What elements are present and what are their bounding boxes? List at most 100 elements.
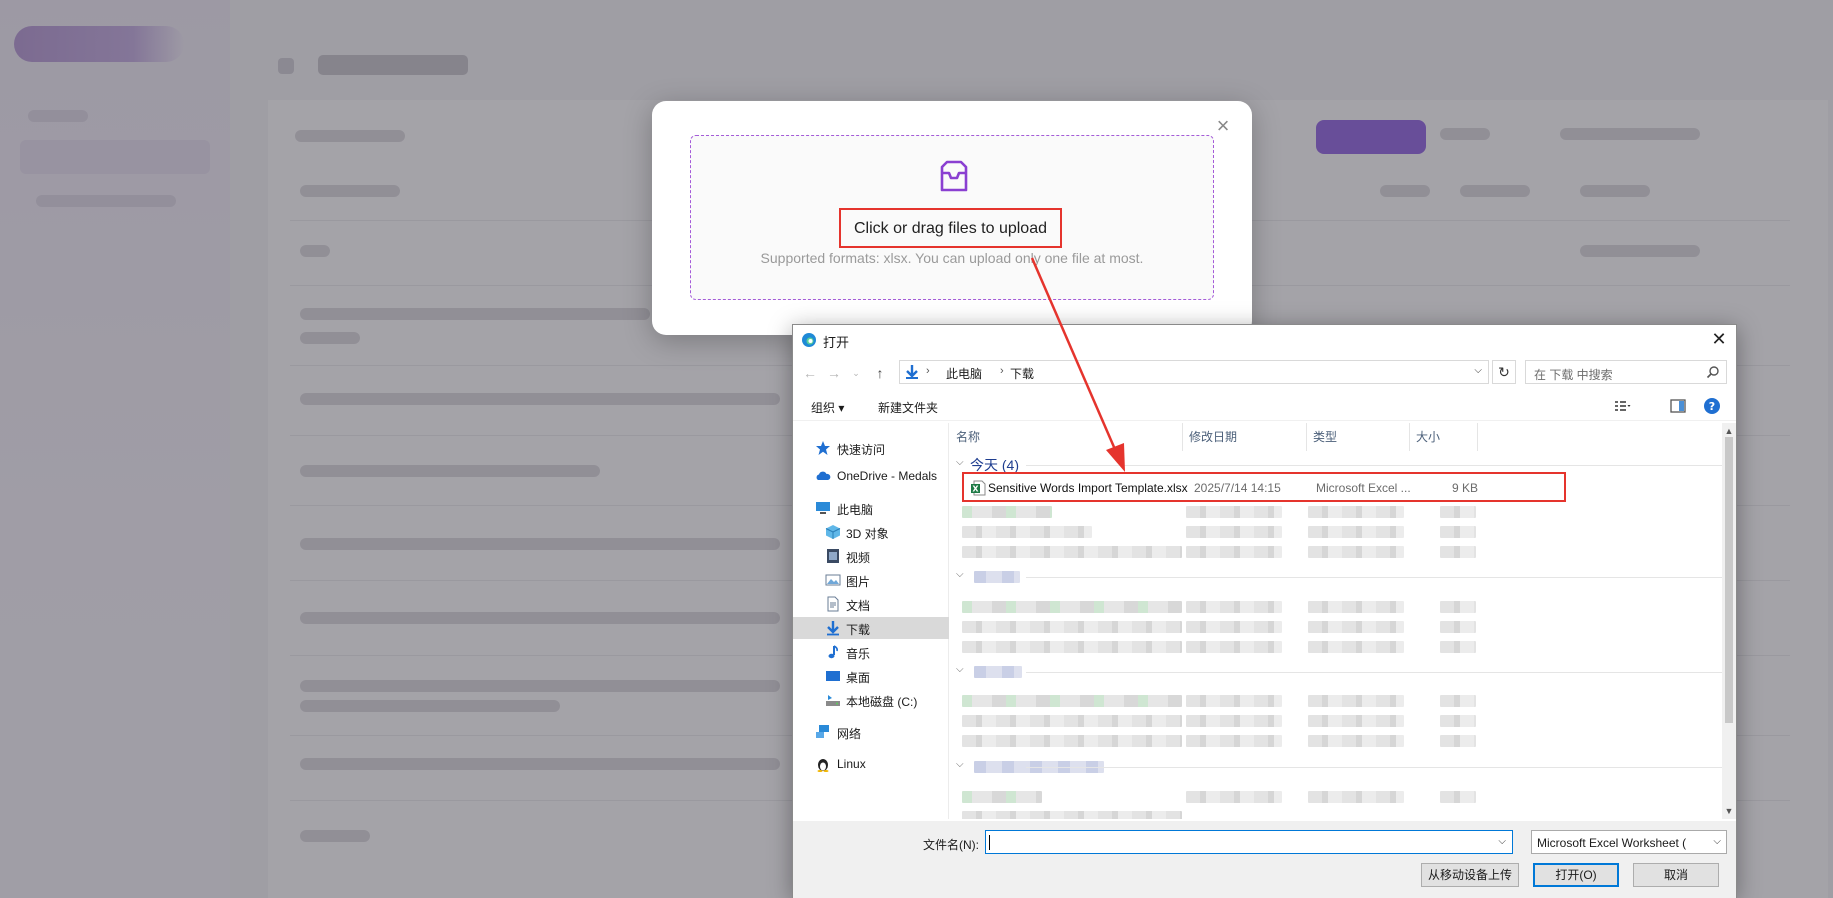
column-header-type[interactable]: 类型 <box>1307 423 1410 451</box>
music-icon <box>828 645 838 659</box>
picture-icon <box>825 574 841 586</box>
group-header[interactable]: ⌵ <box>956 567 1722 587</box>
column-header-name[interactable]: 名称 <box>950 423 1183 451</box>
view-options-icon[interactable] <box>1613 397 1631 415</box>
nav-item-this-pc[interactable]: 此电脑 <box>793 497 949 519</box>
blurred-file-type <box>1308 546 1404 558</box>
nav-item-3d-objects[interactable]: 3D 对象 <box>793 521 949 543</box>
search-box[interactable]: 在 下载 中搜索 <box>1525 360 1727 384</box>
nav-item-music[interactable]: 音乐 <box>793 641 949 663</box>
chevron-down-icon: ⌵ <box>956 759 964 770</box>
nav-item-videos[interactable]: 视频 <box>793 545 949 567</box>
file-name: Sensitive Words Import Template.xlsx <box>988 481 1188 495</box>
scroll-down-icon[interactable]: ▼ <box>1723 805 1735 817</box>
blurred-file-name[interactable] <box>962 695 1182 707</box>
cancel-button[interactable]: 取消 <box>1633 863 1719 887</box>
blurred-file-name[interactable] <box>962 601 1182 613</box>
dialog-title: 打开 <box>823 335 850 350</box>
blurred-file-name[interactable] <box>962 811 1182 819</box>
blurred-file-date <box>1186 695 1282 707</box>
chevron-down-icon: ⌵ <box>1713 836 1721 847</box>
column-header-date[interactable]: 修改日期 <box>1183 423 1307 451</box>
open-button[interactable]: 打开(O) <box>1533 863 1619 887</box>
filename-input[interactable]: ⌵ <box>985 830 1513 854</box>
blurred-file-name[interactable] <box>962 526 1092 538</box>
close-icon[interactable]: × <box>1212 115 1234 137</box>
dialog-footer: 文件名(N): ⌵ Microsoft Excel Worksheet ( ⌵ … <box>793 821 1736 898</box>
help-icon[interactable]: ? <box>1703 397 1721 415</box>
scroll-up-icon[interactable]: ▲ <box>1723 425 1735 437</box>
nav-item-pictures[interactable]: 图片 <box>793 569 949 591</box>
chevron-down-icon[interactable]: ⌵ <box>1498 836 1506 847</box>
dialog-close-button[interactable]: ✕ <box>1702 325 1736 355</box>
group-header[interactable]: ⌵ <box>956 757 1722 777</box>
blurred-file-name[interactable] <box>962 506 1052 518</box>
nav-item-onedrive[interactable]: OneDrive - Medals <box>793 465 949 487</box>
chevron-down-icon[interactable]: ⌵ <box>1474 365 1482 376</box>
upload-title[interactable]: Click or drag files to upload <box>841 210 1060 246</box>
preview-pane-icon[interactable] <box>1669 397 1687 415</box>
address-bar[interactable]: › 此电脑 › 下载 ⌵ <box>899 360 1489 384</box>
up-arrow-icon[interactable]: ↑ <box>871 364 889 382</box>
blurred-file-date <box>1186 791 1282 803</box>
blurred-file-date <box>1186 546 1282 558</box>
blurred-file-size <box>1440 601 1476 613</box>
upload-dropzone[interactable]: Click or drag files to upload Supported … <box>690 135 1214 300</box>
new-folder-button[interactable]: 新建文件夹 <box>878 399 938 416</box>
navigation-pane: 快速访问 OneDrive - Medals 此电脑 3D 对象 视频 图片 文… <box>793 423 949 819</box>
blurred-file-name[interactable] <box>962 546 1182 558</box>
video-icon <box>827 549 839 563</box>
nav-item-documents[interactable]: 文档 <box>793 593 949 615</box>
nav-label: 音乐 <box>846 647 871 661</box>
upload-modal: × Click or drag files to upload Supporte… <box>652 101 1252 335</box>
blurred-file-size <box>1440 735 1476 747</box>
group-header[interactable]: ⌵ <box>956 662 1722 682</box>
search-input[interactable]: 在 下载 中搜索 <box>1534 366 1613 383</box>
refresh-icon[interactable]: ↻ <box>1492 360 1516 384</box>
nav-label: 桌面 <box>846 671 871 685</box>
nav-item-desktop[interactable]: 桌面 <box>793 665 949 687</box>
chevron-down-icon: ⌵ <box>956 569 964 580</box>
computer-icon <box>816 502 830 514</box>
mobile-upload-button[interactable]: 从移动设备上传 <box>1421 863 1519 887</box>
blurred-file-name[interactable] <box>962 621 1182 633</box>
text-caret <box>989 835 990 850</box>
blurred-file-size <box>1440 546 1476 558</box>
column-header-size[interactable]: 大小 <box>1410 423 1478 451</box>
svg-text:X: X <box>972 485 979 494</box>
blurred-group-label <box>974 666 1022 678</box>
breadcrumb-this-pc[interactable]: 此电脑 <box>946 365 982 382</box>
nav-item-linux[interactable]: Linux <box>793 753 949 775</box>
blurred-file-date <box>1186 506 1282 518</box>
star-icon <box>816 441 830 455</box>
vertical-scrollbar[interactable]: ▲ ▼ <box>1722 423 1736 819</box>
blurred-file-type <box>1308 601 1404 613</box>
recent-dropdown-icon[interactable]: ⌄ <box>847 364 865 382</box>
blurred-file-date <box>1186 735 1282 747</box>
file-date: 2025/7/14 14:15 <box>1194 481 1281 495</box>
organize-menu[interactable]: 组织 ▾ <box>811 399 844 416</box>
blurred-file-name[interactable] <box>962 735 1182 747</box>
scrollbar-thumb[interactable] <box>1725 437 1733 723</box>
chevron-down-icon: ⌵ <box>956 457 964 468</box>
blurred-file-name[interactable] <box>962 641 1182 653</box>
nav-item-downloads[interactable]: 下载 <box>793 617 949 639</box>
file-row-selected-highlight[interactable]: X Sensitive Words Import Template.xlsx 2… <box>962 472 1566 502</box>
upload-title-highlight: Click or drag files to upload <box>839 208 1062 248</box>
blurred-file-type <box>1308 506 1404 518</box>
disk-icon <box>826 695 840 706</box>
filetype-select[interactable]: Microsoft Excel Worksheet ( ⌵ <box>1531 830 1727 854</box>
nav-item-network[interactable]: 网络 <box>793 721 949 743</box>
breadcrumb-downloads[interactable]: 下载 <box>1010 365 1034 382</box>
dialog-titlebar[interactable]: 打开 ✕ <box>793 325 1736 355</box>
forward-arrow-icon[interactable]: → <box>825 364 843 382</box>
nav-item-quick-access[interactable]: 快速访问 <box>793 437 949 459</box>
blurred-file-name[interactable] <box>962 715 1182 727</box>
blurred-file-type <box>1308 715 1404 727</box>
nav-item-local-disk[interactable]: 本地磁盘 (C:) <box>793 689 949 711</box>
nav-label: 本地磁盘 (C:) <box>846 695 918 709</box>
blurred-file-name[interactable] <box>962 791 1042 803</box>
excel-file-icon: X <box>971 480 986 496</box>
back-arrow-icon[interactable]: ← <box>801 364 819 382</box>
network-icon <box>816 725 829 738</box>
